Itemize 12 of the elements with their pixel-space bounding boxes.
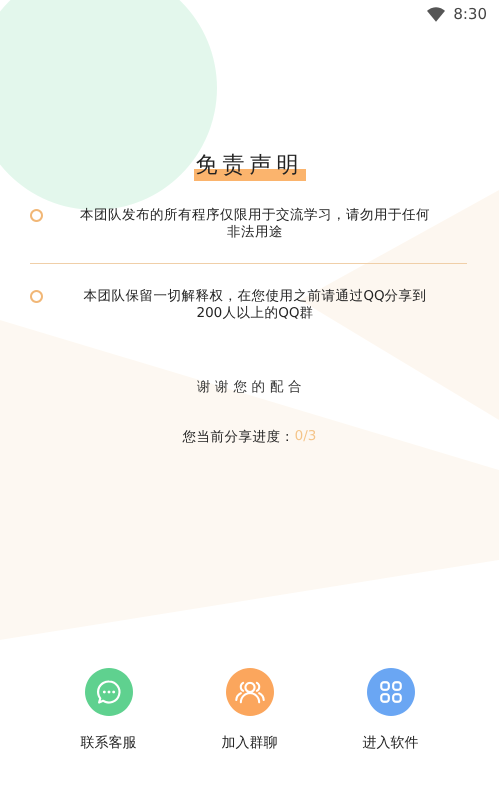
action-button[interactable]: 加入群聊 (200, 668, 300, 752)
notice-text: 本团队发布的所有程序仅限用于交流学习，请勿用于任何非法用途 (80, 207, 430, 241)
wifi-icon (427, 6, 446, 22)
status-time: 8:30 (453, 5, 487, 23)
progress-value: 0/3 (294, 428, 316, 446)
bullet-icon (30, 209, 43, 222)
progress-label: 您当前分享进度： (182, 428, 295, 446)
bullet-icon (30, 290, 43, 303)
action-button[interactable]: 进入软件 (340, 668, 440, 752)
action-button[interactable]: 联系客服 (58, 668, 158, 752)
notice-text: 本团队保留一切解释权，在您使用之前请通过QQ分享到200人以上的QQ群 (82, 288, 428, 322)
thanks-text: 谢 谢 您 的 配 合 (196, 378, 304, 396)
